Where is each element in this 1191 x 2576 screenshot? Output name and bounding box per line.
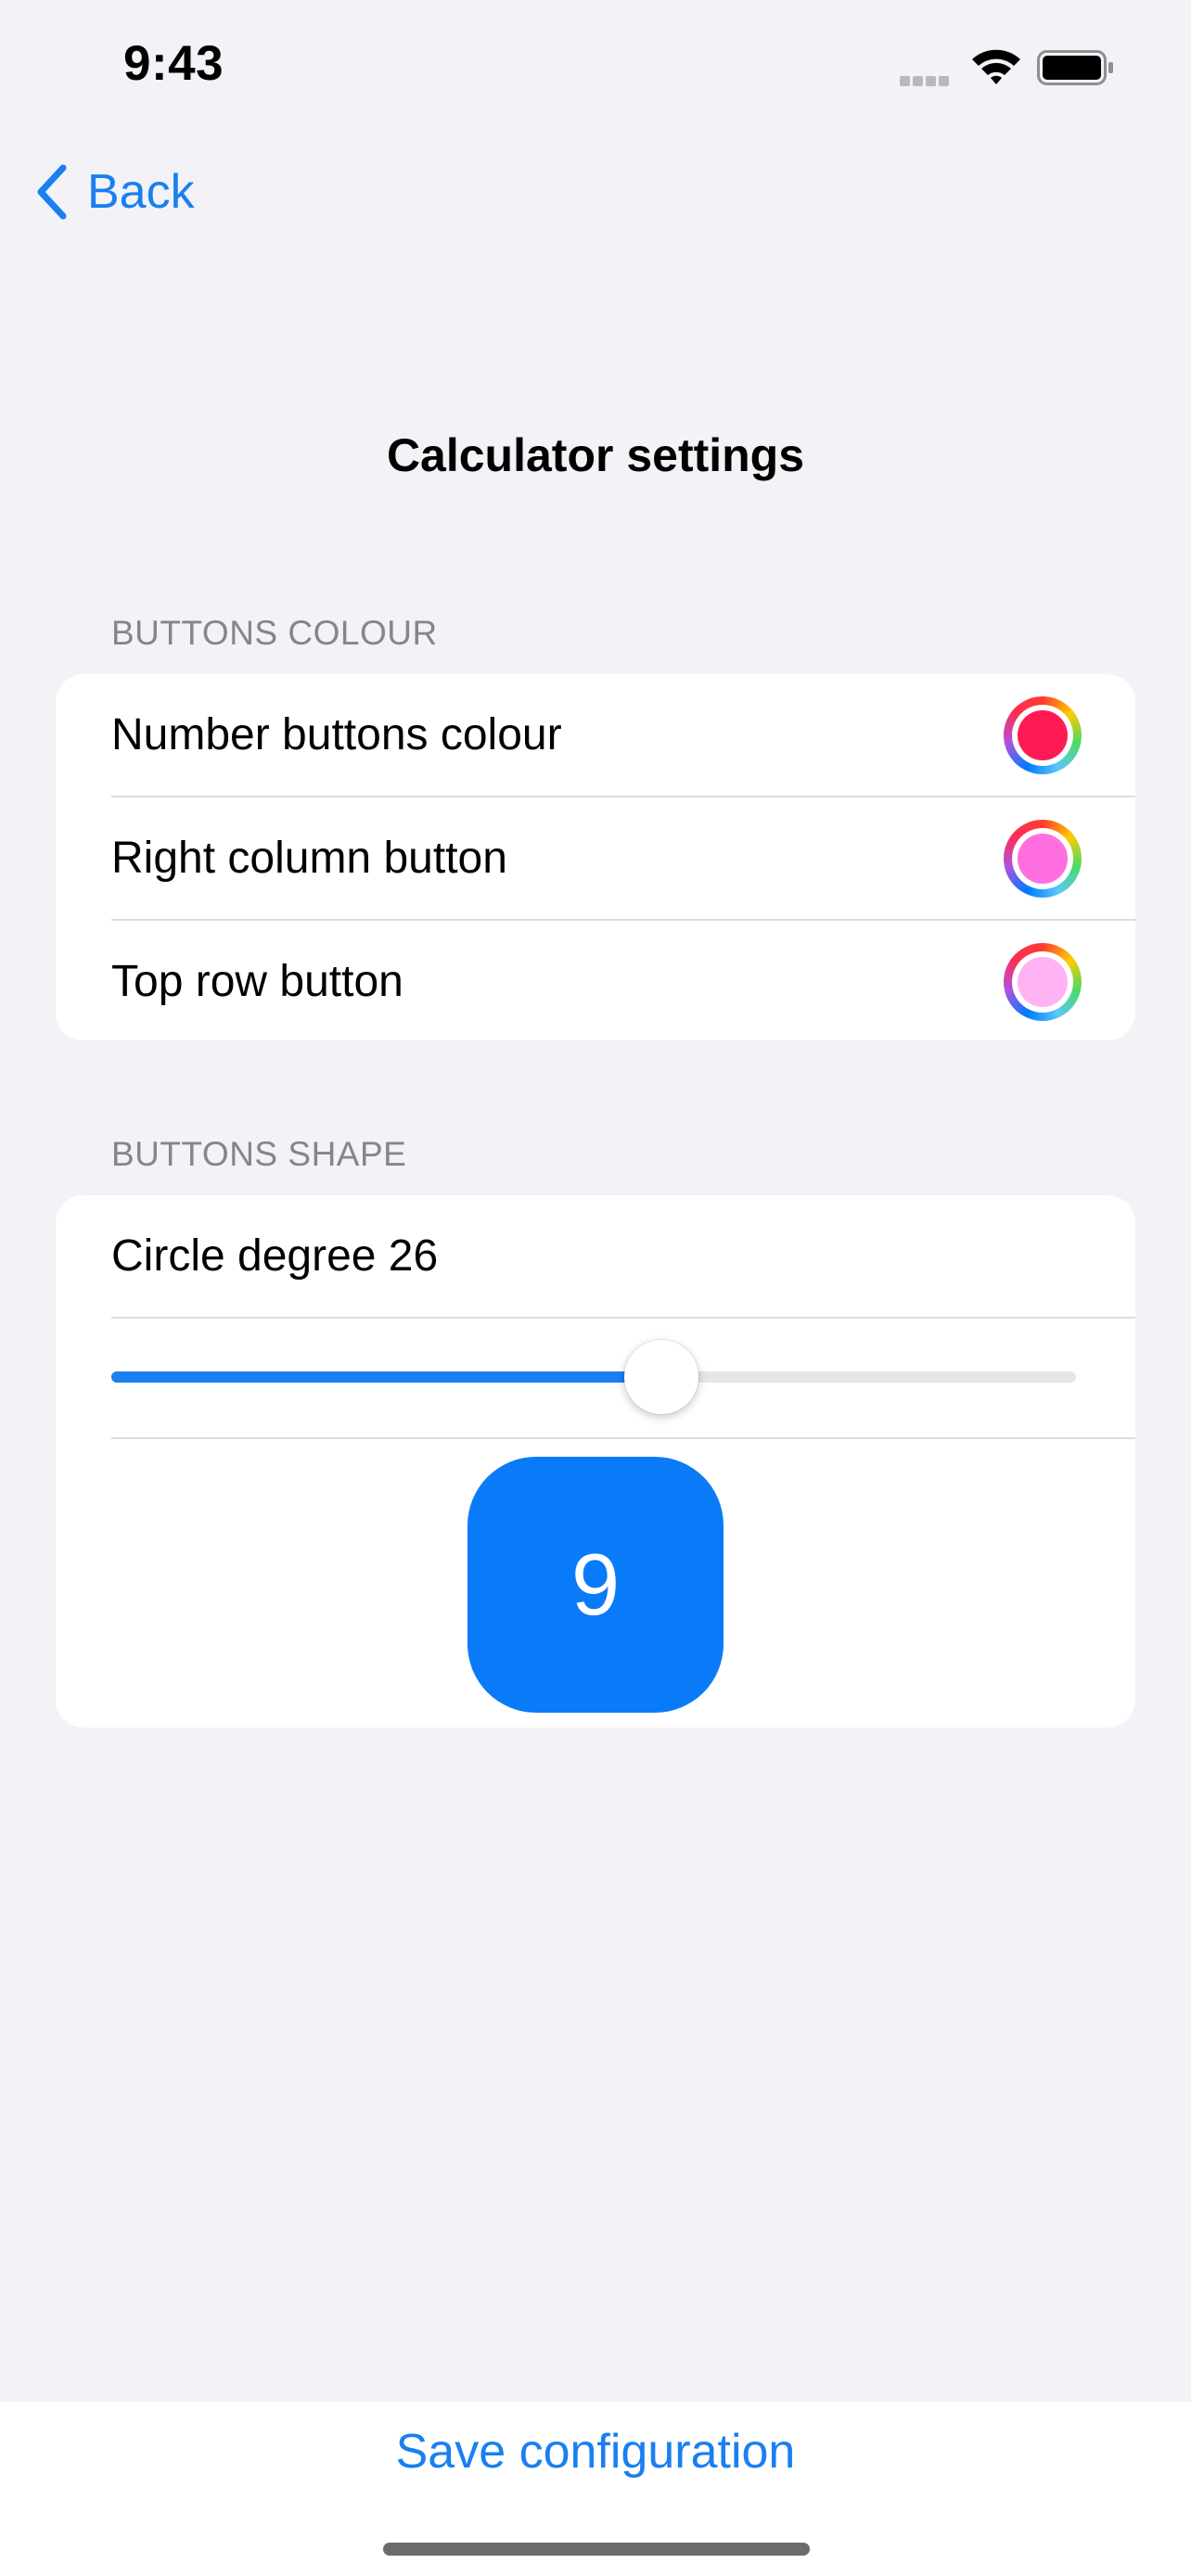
cellular-signal-icon	[900, 74, 952, 91]
back-button[interactable]: Back	[33, 159, 195, 224]
slider-fill	[111, 1371, 661, 1383]
top-row-colour-row[interactable]: Top row button	[111, 921, 1135, 1042]
divider	[111, 1437, 1135, 1439]
top-row-color-well[interactable]	[1004, 943, 1082, 1021]
color-swatch	[1018, 957, 1068, 1007]
buttons-shape-card: Circle degree 26 9	[56, 1195, 1135, 1728]
color-swatch	[1018, 710, 1068, 760]
circle-degree-slider[interactable]	[111, 1340, 1076, 1414]
wifi-icon	[972, 49, 1020, 84]
number-buttons-colour-row[interactable]: Number buttons colour	[111, 674, 1135, 796]
home-indicator	[383, 2543, 810, 2556]
chevron-left-icon	[37, 164, 67, 220]
color-swatch	[1018, 834, 1068, 884]
back-label: Back	[87, 165, 195, 219]
number-buttons-color-well[interactable]	[1004, 696, 1082, 774]
status-time: 9:43	[123, 36, 224, 91]
status-bar: 9:43	[0, 0, 1191, 130]
save-configuration-button[interactable]: Save configuration	[0, 2424, 1191, 2480]
battery-icon	[1037, 50, 1113, 85]
bottom-toolbar: Save configuration	[0, 2402, 1191, 2576]
right-column-colour-row[interactable]: Right column button	[111, 797, 1135, 919]
page-title: Calculator settings	[386, 429, 805, 481]
preview-number-button[interactable]: 9	[467, 1457, 724, 1713]
divider	[111, 1317, 1135, 1319]
buttons-colour-header: BUTTONS COLOUR	[111, 614, 438, 652]
right-column-color-well[interactable]	[1004, 820, 1082, 898]
row-label: Right column button	[111, 834, 507, 883]
circle-degree-label: Circle degree 26	[111, 1231, 439, 1281]
buttons-shape-header: BUTTONS SHAPE	[111, 1135, 407, 1173]
row-label: Top row button	[111, 957, 403, 1006]
buttons-colour-card: Number buttons colour Right column butto…	[56, 674, 1135, 1040]
circle-degree-row: Circle degree 26	[111, 1195, 1135, 1317]
slider-thumb[interactable]	[623, 1340, 698, 1414]
row-label: Number buttons colour	[111, 710, 562, 759]
